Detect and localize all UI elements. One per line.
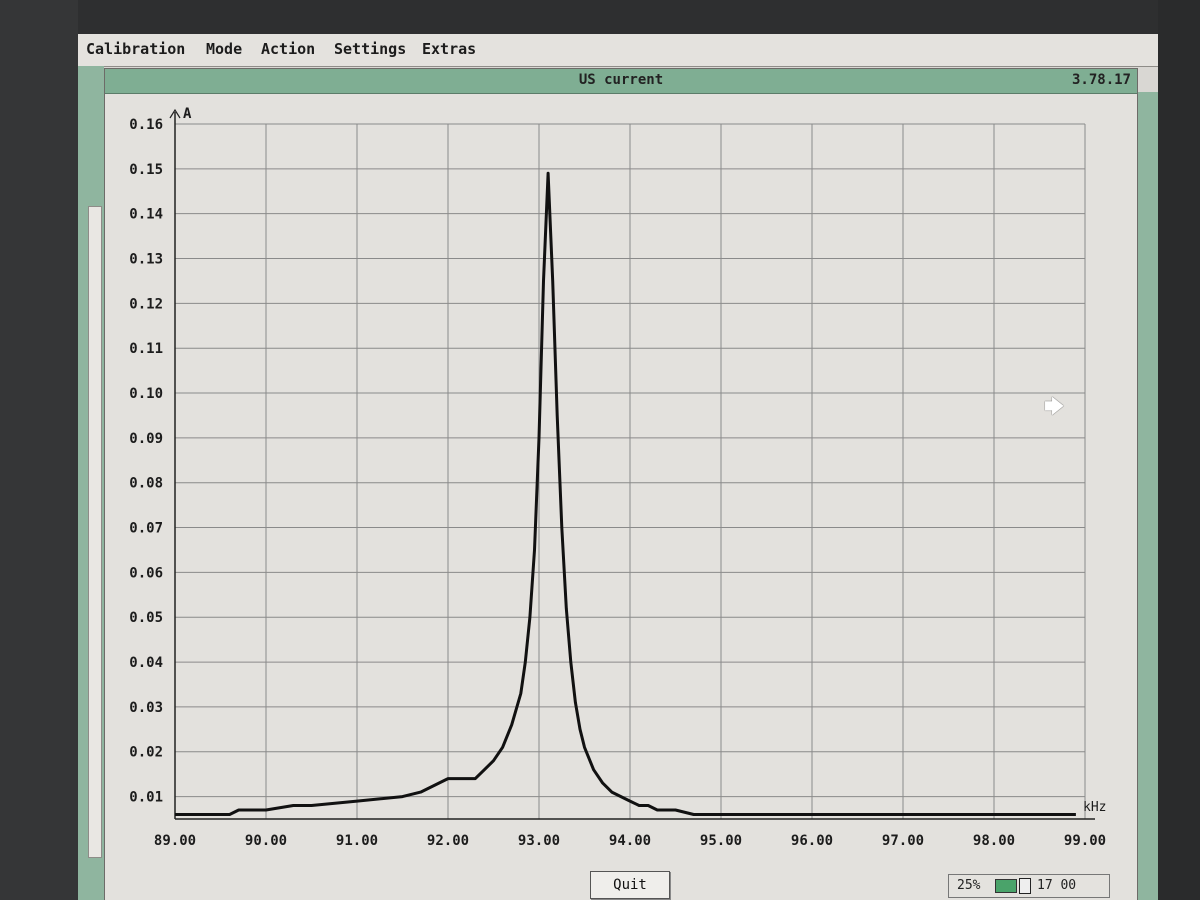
- y-tick-label: 0.03: [129, 700, 163, 716]
- monitor-bezel-right: [1158, 0, 1200, 900]
- x-tick-label: 96.00: [791, 833, 833, 849]
- y-tick-label: 0.16: [129, 117, 163, 133]
- menu-action[interactable]: Action: [261, 40, 315, 58]
- menu-calibration[interactable]: Calibration: [86, 40, 185, 58]
- us-current-chart: 89.00 90.00 91.00 92.00 93.00 94.00 95.00 96.00…: [129, 106, 1106, 849]
- battery-icon: [995, 879, 1017, 893]
- y-tick-label: 0.12: [129, 296, 163, 312]
- x-tick-label: 93.00: [518, 833, 560, 849]
- us-current-trace: [175, 171, 1076, 816]
- y-tick-label: 0.11: [129, 341, 163, 357]
- us-current-window: US current 3.78.17 89.00 90.00 91.00 92.00 9…: [104, 68, 1138, 900]
- y-tick-label: 0.01: [129, 790, 163, 806]
- x-tick-label: 98.00: [973, 833, 1015, 849]
- y-tick-label: 0.09: [129, 431, 163, 447]
- x-tick-label: 97.00: [882, 833, 924, 849]
- y-tick-label: 0.13: [129, 252, 163, 268]
- window-title: US current: [578, 72, 664, 88]
- y-tick-label: 0.04: [129, 655, 163, 671]
- clock: 17 00: [1037, 878, 1077, 893]
- background-window-right: [1136, 92, 1158, 900]
- zoom-level: 25%: [957, 878, 981, 893]
- screen: Calibration Mode Action Settings Extras …: [78, 34, 1158, 900]
- y-tick-label: 0.05: [129, 610, 163, 626]
- x-tick-label: 90.00: [245, 833, 287, 849]
- menu-extras[interactable]: Extras: [422, 40, 476, 58]
- menu-settings[interactable]: Settings: [334, 40, 406, 58]
- x-tick-label: 99.00: [1064, 833, 1106, 849]
- x-axis-label: kHz: [1083, 800, 1106, 815]
- monitor-bezel-top: [0, 0, 1200, 34]
- x-tick-label: 91.00: [336, 833, 378, 849]
- x-tick-label: 92.00: [427, 833, 469, 849]
- storage-icon: [1019, 878, 1031, 894]
- y-tick-label: 0.15: [129, 162, 163, 178]
- monitor-bezel-left: [0, 0, 78, 900]
- quit-button[interactable]: Quit: [590, 871, 670, 899]
- y-axis-label: A: [183, 106, 192, 122]
- y-tick-label: 0.07: [129, 521, 163, 537]
- y-tick-label: 0.02: [129, 745, 163, 761]
- background-window-panel: [88, 206, 102, 858]
- plot-panel: 89.00 90.00 91.00 92.00 93.00 94.00 95.00 96.00…: [105, 94, 1137, 900]
- menu-bar: Calibration Mode Action Settings Extras: [78, 34, 1158, 67]
- y-tick-label: 0.06: [129, 565, 163, 581]
- monitor: Calibration Mode Action Settings Extras …: [0, 0, 1200, 900]
- y-tick-label: 0.14: [129, 207, 163, 223]
- version-label: 3.78.17: [1071, 72, 1131, 88]
- status-bar: 25% 17 00: [948, 874, 1110, 898]
- window-titlebar[interactable]: US current 3.78.17: [105, 69, 1137, 94]
- y-tick-label: 0.08: [129, 476, 163, 492]
- x-tick-label: 89.00: [154, 833, 196, 849]
- menu-mode[interactable]: Mode: [206, 40, 242, 58]
- background-window-left: [78, 66, 104, 900]
- mouse-pointer-icon: 🡆: [1044, 394, 1065, 418]
- y-tick-label: 0.10: [129, 386, 163, 402]
- x-tick-label: 95.00: [700, 833, 742, 849]
- x-tick-label: 94.00: [609, 833, 651, 849]
